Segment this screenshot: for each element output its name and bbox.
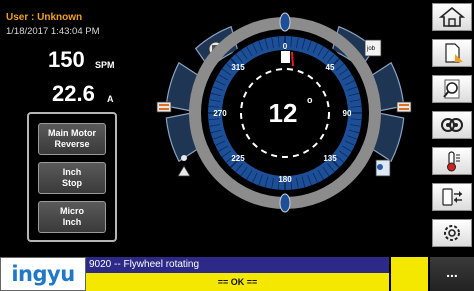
deg-label-135: 135 — [323, 154, 337, 163]
sidebar-item-home[interactable] — [432, 3, 472, 31]
status-message: 9020 -- Flywheel rotating — [86, 257, 389, 273]
crank-angle-dial: job 0 45 90 135 180 225 270 315 12 o — [156, 12, 412, 213]
amps-unit: A — [107, 94, 114, 104]
sidebar-item-search[interactable] — [432, 75, 472, 103]
logo-text: ingyu — [11, 262, 75, 286]
job-icon: job — [364, 39, 382, 57]
deg-label-315: 315 — [231, 63, 245, 72]
feeder-icon — [156, 101, 172, 113]
deg-label-90: 90 — [343, 109, 352, 118]
deg-label-45: 45 — [326, 63, 335, 72]
user-label: User : Unknown — [6, 12, 83, 23]
motion-button-panel: Main Motor Reverse Inch Stop Micro Inch — [27, 112, 117, 242]
spm-unit: SPM — [95, 60, 115, 70]
sidebar-item-settings[interactable] — [432, 219, 472, 247]
search-icon — [443, 79, 460, 99]
ingyu-logo: ingyu — [0, 257, 86, 291]
diagnostics-icon — [375, 159, 391, 177]
deg-label-0: 0 — [283, 42, 288, 51]
right-sidebar — [430, 3, 474, 255]
sidebar-item-document[interactable] — [432, 39, 472, 67]
deg-label-225: 225 — [231, 154, 245, 163]
dial-bottom-handle[interactable] — [279, 193, 291, 213]
position-marker — [281, 51, 290, 63]
sidebar-item-transfer[interactable] — [432, 183, 472, 211]
document-icon — [445, 43, 463, 63]
thermometer-icon — [447, 151, 460, 172]
dial-top-handle[interactable] — [279, 12, 291, 32]
spm-value: 150 — [48, 47, 85, 72]
transfer-icon — [442, 188, 462, 206]
alarm-indicator — [391, 257, 428, 291]
datetime-label: 1/18/2017 1:43:04 PM — [6, 26, 100, 37]
inch-stop-button[interactable]: Inch Stop — [38, 162, 106, 194]
angle-value: 12 — [269, 98, 298, 128]
deg-label-180: 180 — [278, 175, 292, 184]
home-icon — [439, 6, 465, 27]
amps-value: 22.6 — [52, 81, 95, 106]
position-needle — [291, 51, 294, 67]
angle-degree-symbol: o — [307, 95, 313, 105]
settings-icon — [444, 225, 460, 241]
feed-settings-icon — [396, 101, 412, 113]
sidebar-item-gears[interactable] — [432, 111, 472, 139]
deg-label-270: 270 — [213, 109, 227, 118]
main-motor-reverse-button[interactable]: Main Motor Reverse — [38, 123, 106, 155]
micro-inch-button[interactable]: Micro Inch — [38, 201, 106, 233]
ok-button[interactable]: == OK == — [86, 273, 389, 291]
gears-icon — [441, 118, 463, 132]
svg-text:job: job — [366, 46, 376, 52]
more-button[interactable]: ... — [430, 257, 474, 291]
sidebar-item-thermometer[interactable] — [432, 147, 472, 175]
hmi-screen: User : Unknown 1/18/2017 1:43:04 PM 150 … — [0, 0, 474, 291]
